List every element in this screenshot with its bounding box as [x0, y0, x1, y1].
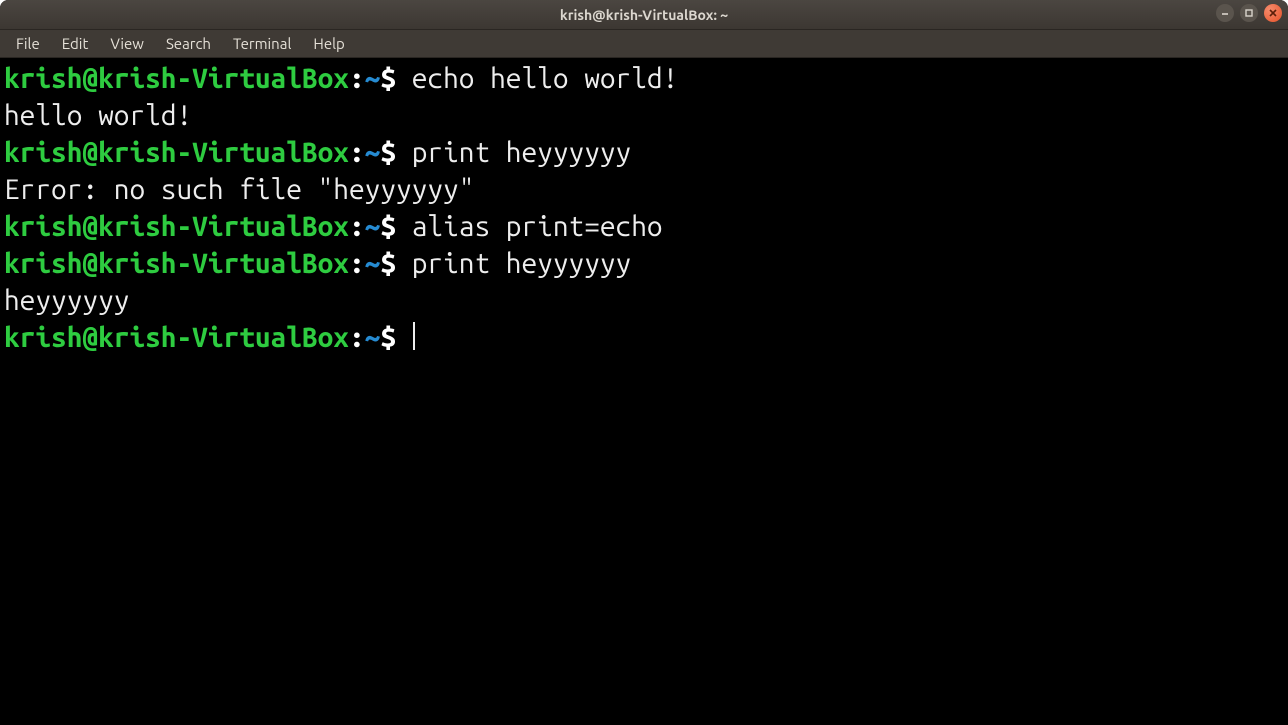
command-text: print heyyyyyy: [412, 248, 632, 279]
minimize-button[interactable]: [1216, 4, 1234, 22]
prompt-colon: :: [349, 211, 365, 242]
cursor: [413, 322, 415, 350]
terminal-command-line: krish@krish-VirtualBox:~$: [4, 319, 1284, 356]
maximize-button[interactable]: [1240, 4, 1258, 22]
window-controls: [1216, 4, 1282, 22]
prompt-path: ~: [365, 248, 381, 279]
menubar: File Edit View Search Terminal Help: [0, 30, 1288, 58]
prompt-colon: :: [349, 322, 365, 353]
prompt-path: ~: [365, 322, 381, 353]
prompt-userhost: krish@krish-VirtualBox: [4, 322, 349, 353]
terminal-command-line: krish@krish-VirtualBox:~$ print heyyyyyy: [4, 245, 1284, 282]
command-text: print heyyyyyy: [412, 137, 632, 168]
terminal-output-line: hello world!: [4, 97, 1284, 134]
prompt-colon: :: [349, 63, 365, 94]
prompt-dollar: $: [380, 322, 411, 353]
terminal-command-line: krish@krish-VirtualBox:~$ print heyyyyyy: [4, 134, 1284, 171]
terminal-command-line: krish@krish-VirtualBox:~$ echo hello wor…: [4, 60, 1284, 97]
prompt-userhost: krish@krish-VirtualBox: [4, 248, 349, 279]
menu-help[interactable]: Help: [303, 32, 354, 55]
window-title: krish@krish-VirtualBox: ~: [560, 7, 728, 23]
close-button[interactable]: [1264, 4, 1282, 22]
command-text: echo hello world!: [412, 63, 679, 94]
maximize-icon: [1244, 8, 1254, 18]
output-text: heyyyyyy: [4, 285, 129, 316]
close-icon: [1268, 8, 1278, 18]
terminal-command-line: krish@krish-VirtualBox:~$ alias print=ec…: [4, 208, 1284, 245]
output-text: hello world!: [4, 100, 192, 131]
prompt-dollar: $: [380, 211, 411, 242]
prompt-path: ~: [365, 63, 381, 94]
menu-search[interactable]: Search: [156, 32, 221, 55]
minimize-icon: [1220, 8, 1230, 18]
terminal-window: krish@krish-VirtualBox: ~ File Edit View…: [0, 0, 1288, 725]
terminal-output-line: heyyyyyy: [4, 282, 1284, 319]
prompt-dollar: $: [380, 137, 411, 168]
titlebar[interactable]: krish@krish-VirtualBox: ~: [0, 0, 1288, 30]
prompt-colon: :: [349, 137, 365, 168]
menu-edit[interactable]: Edit: [52, 32, 99, 55]
prompt-userhost: krish@krish-VirtualBox: [4, 137, 349, 168]
terminal-output-line: Error: no such file "heyyyyyy": [4, 171, 1284, 208]
output-text: Error: no such file "heyyyyyy": [4, 174, 474, 205]
prompt-path: ~: [365, 211, 381, 242]
terminal-viewport[interactable]: krish@krish-VirtualBox:~$ echo hello wor…: [0, 58, 1288, 725]
prompt-userhost: krish@krish-VirtualBox: [4, 211, 349, 242]
prompt-dollar: $: [380, 63, 411, 94]
prompt-dollar: $: [380, 248, 411, 279]
command-text: alias print=echo: [412, 211, 663, 242]
menu-file[interactable]: File: [6, 32, 50, 55]
prompt-colon: :: [349, 248, 365, 279]
prompt-userhost: krish@krish-VirtualBox: [4, 63, 349, 94]
prompt-path: ~: [365, 137, 381, 168]
menu-view[interactable]: View: [100, 32, 154, 55]
menu-terminal[interactable]: Terminal: [223, 32, 301, 55]
